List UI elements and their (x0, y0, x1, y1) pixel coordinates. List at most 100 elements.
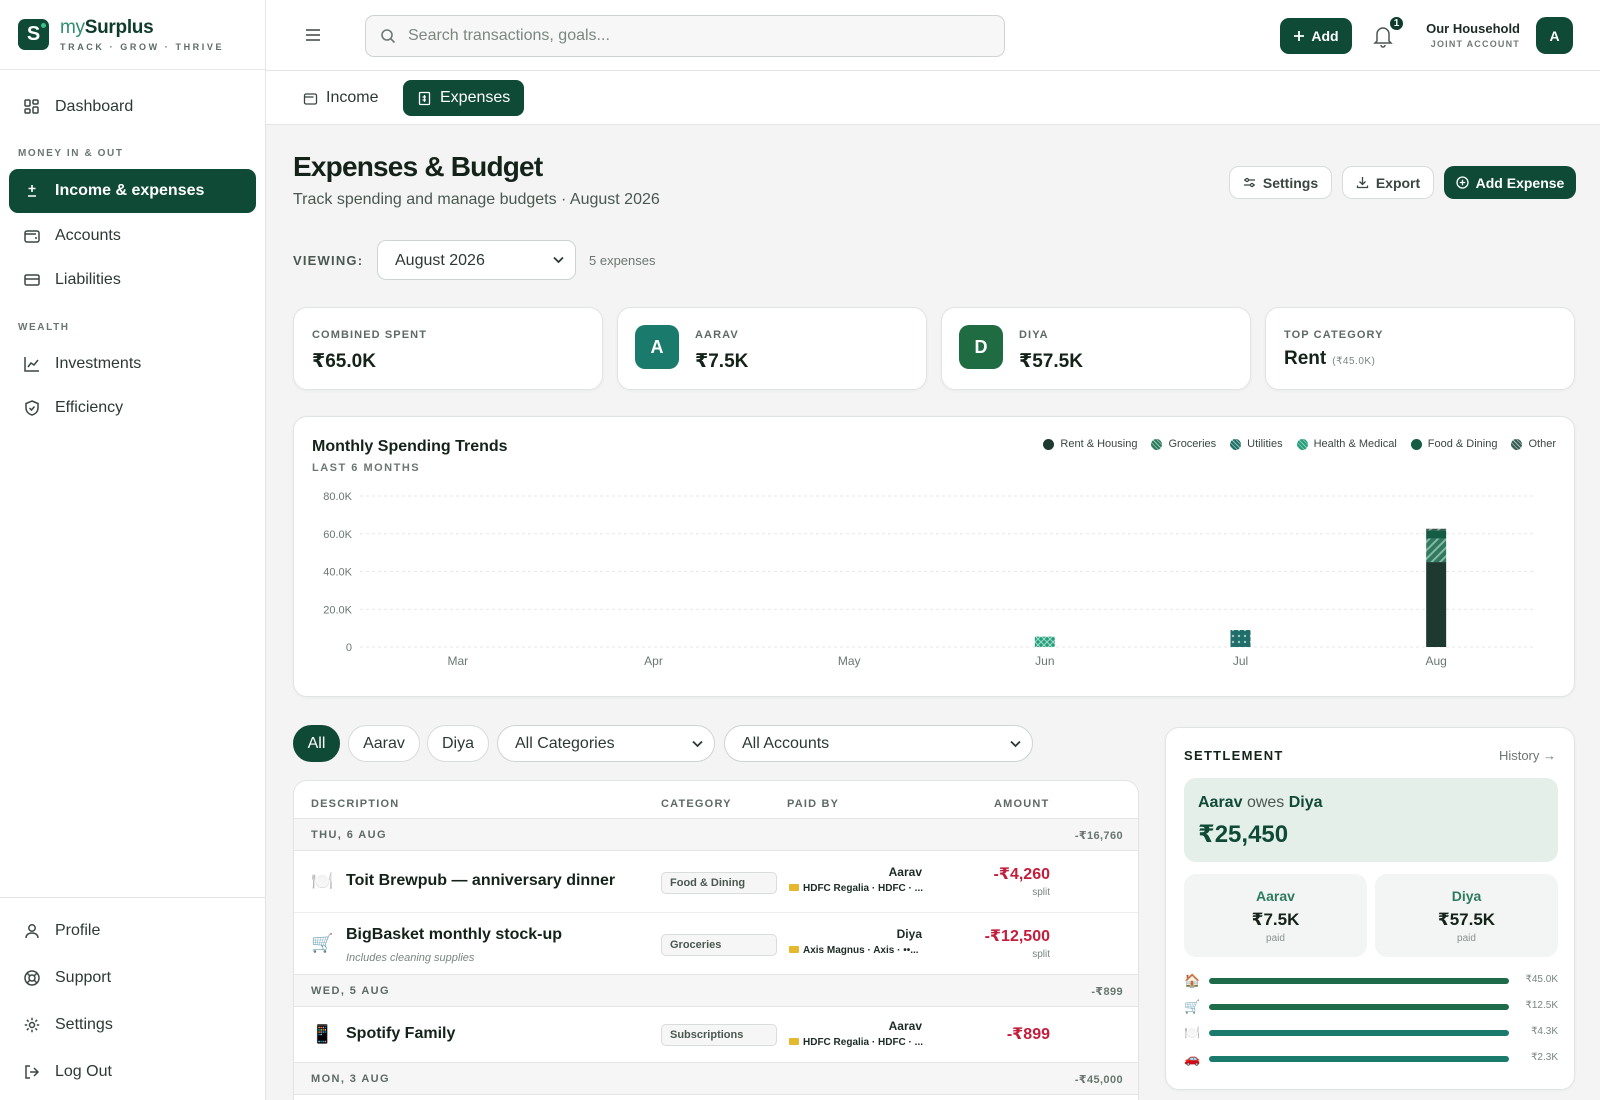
date-group-header: THU, 6 AUG -₹16,760 (294, 818, 1138, 851)
card-icon (789, 1038, 799, 1045)
paid-label: paid (1457, 933, 1476, 944)
stat-card-combined: COMBINED SPENT ₹65.0K (293, 307, 603, 390)
column-header-description[interactable]: DESCRIPTION (311, 798, 399, 810)
logout-icon (25, 1065, 40, 1079)
stat-value: ₹57.5K (1019, 351, 1083, 372)
category-bar-row: 🏠 ₹45.0K (1184, 973, 1558, 988)
lifebuoy-icon (24, 970, 40, 986)
sidebar-item-logout[interactable]: Log Out (9, 1050, 256, 1094)
filter-diya[interactable]: Diya (427, 725, 489, 762)
category-value: ₹12.5K (1525, 1000, 1559, 1011)
sidebar-item-investments[interactable]: Investments (9, 342, 256, 386)
brand[interactable]: S mySurplus TRACK · GROW · THRIVE (0, 0, 265, 70)
stat-label: COMBINED SPENT (312, 329, 428, 341)
add-expense-button[interactable]: Add Expense (1444, 166, 1576, 199)
stat-card-diya: D DIYA ₹57.5K (941, 307, 1251, 390)
search-input[interactable] (408, 27, 988, 45)
filter-all[interactable]: All (293, 725, 340, 762)
date-group-header: MON, 3 AUG -₹45,000 (294, 1062, 1138, 1095)
chart-bar-other-aug (1426, 528, 1447, 531)
menu-icon[interactable] (304, 26, 322, 44)
sidebar-item-efficiency[interactable]: Efficiency (9, 386, 256, 430)
sidebar-divider (0, 897, 266, 898)
stat-value: ₹7.5K (695, 351, 749, 372)
sidebar: S mySurplus TRACK · GROW · THRIVE Dashbo… (0, 0, 266, 1100)
sidebar-item-dashboard[interactable]: Dashboard (9, 85, 256, 129)
date-group-header: WED, 5 AUG -₹899 (294, 974, 1138, 1007)
top-category-amount: (₹45.0K) (1332, 356, 1376, 367)
tab-income[interactable]: Income (289, 80, 392, 116)
category-icon: 🛒 (1184, 999, 1201, 1014)
y-tick-label: 20.0K (323, 604, 352, 616)
credit-card-icon (24, 274, 40, 286)
account-select-wrapper: All Accounts (724, 725, 1033, 762)
search-bar[interactable] (365, 15, 1005, 57)
plus-minus-icon (28, 185, 36, 197)
category-badge[interactable]: Food & Dining (661, 872, 777, 894)
table-row[interactable]: 📱 Spotify Family Subscriptions Aarav HDF… (294, 1007, 1138, 1063)
paid-value: ₹7.5K (1251, 910, 1300, 929)
expenses-table: DESCRIPTION CATEGORY PAID BY AMOUNT THU,… (293, 780, 1139, 1100)
paid-label: paid (1266, 933, 1285, 944)
category-badge[interactable]: Groceries (661, 934, 777, 956)
group-total: -₹16,760 (1074, 830, 1123, 842)
tab-expenses[interactable]: Expenses (403, 80, 525, 116)
stat-card-aarav: A AARAV ₹7.5K (617, 307, 927, 390)
category-bar (1209, 1030, 1509, 1036)
month-select[interactable]: August 2026 (377, 240, 576, 280)
receipt-icon (418, 91, 431, 105)
history-link[interactable]: History → (1499, 748, 1556, 763)
add-expense-button-label: Add Expense (1475, 174, 1565, 191)
x-tick-label: Aug (1425, 654, 1446, 668)
brand-name: mySurplus (60, 17, 154, 38)
account-select[interactable]: All Accounts (724, 725, 1033, 762)
spending-bar-chart: 0 20.0K 40.0K 60.0K 80.0K Mar Apr May Jun Jul Aug (323, 491, 1534, 668)
wallet-icon (24, 230, 40, 243)
sidebar-item-liabilities[interactable]: Liabilities (9, 258, 256, 302)
category-icon: 🍽️ (1184, 1025, 1201, 1040)
export-button-label: Export (1375, 174, 1421, 191)
card-icon (789, 884, 799, 891)
household-info[interactable]: Our Household JOINT ACCOUNT (1412, 21, 1520, 49)
avatar[interactable]: A (1536, 17, 1573, 54)
y-tick-label: 40.0K (323, 567, 352, 579)
x-tick-label: Mar (447, 654, 468, 668)
tab-label: Income (326, 89, 379, 106)
paid-value: ₹57.5K (1437, 910, 1496, 929)
category-bar-row: 🚗 ₹2.3K (1184, 1051, 1558, 1066)
x-tick-label: Apr (644, 654, 663, 668)
group-total: -₹899 (1091, 986, 1123, 998)
plus-circle-icon (1455, 176, 1469, 189)
group-date: WED, 5 AUG (311, 985, 390, 997)
column-header-paid-by[interactable]: PAID BY (787, 798, 839, 810)
add-button[interactable]: Add (1280, 18, 1352, 54)
sidebar-item-income-expenses[interactable]: Income & expenses (9, 169, 256, 213)
add-button-label: Add (1311, 28, 1339, 44)
row-payer: Aarav (888, 865, 922, 879)
dashboard-icon (24, 99, 39, 114)
table-row[interactable]: 🛒 BigBasket monthly stock-up Includes cl… (294, 913, 1138, 975)
sidebar-item-settings[interactable]: Settings (9, 1003, 256, 1047)
brand-tagline: TRACK · GROW · THRIVE (60, 42, 225, 52)
y-tick-label: 0 (346, 642, 352, 654)
export-button[interactable]: Export (1342, 166, 1434, 199)
page-title: Expenses & Budget (293, 151, 543, 182)
category-bar-row: 🍽️ ₹4.3K (1184, 1025, 1558, 1040)
category-bar-row: 🛒 ₹12.5K (1184, 999, 1559, 1014)
table-row[interactable]: 🍽️ Toit Brewpub — anniversary dinner Foo… (294, 851, 1138, 913)
top-bar: Add 1 Our Household JOINT ACCOUNT A (266, 0, 1600, 71)
column-header-amount[interactable]: AMOUNT (994, 798, 1049, 810)
sidebar-item-support[interactable]: Support (9, 956, 256, 1000)
settings-button[interactable]: Settings (1229, 166, 1332, 199)
category-badge[interactable]: Subscriptions (661, 1024, 777, 1046)
sidebar-item-profile[interactable]: Profile (9, 909, 256, 953)
chart-bar-rent-housing-aug (1426, 562, 1447, 647)
category-select[interactable]: All Categories (497, 725, 715, 762)
chart-bar-utilities-jul (1230, 630, 1251, 647)
sidebar-item-accounts[interactable]: Accounts (9, 214, 256, 258)
paid-box-diya: Diya ₹57.5K paid (1375, 874, 1558, 957)
column-header-category[interactable]: CATEGORY (661, 798, 732, 810)
x-tick-label: Jun (1035, 654, 1054, 668)
group-total: -₹45,000 (1074, 1074, 1123, 1086)
filter-aarav[interactable]: Aarav (348, 725, 420, 762)
